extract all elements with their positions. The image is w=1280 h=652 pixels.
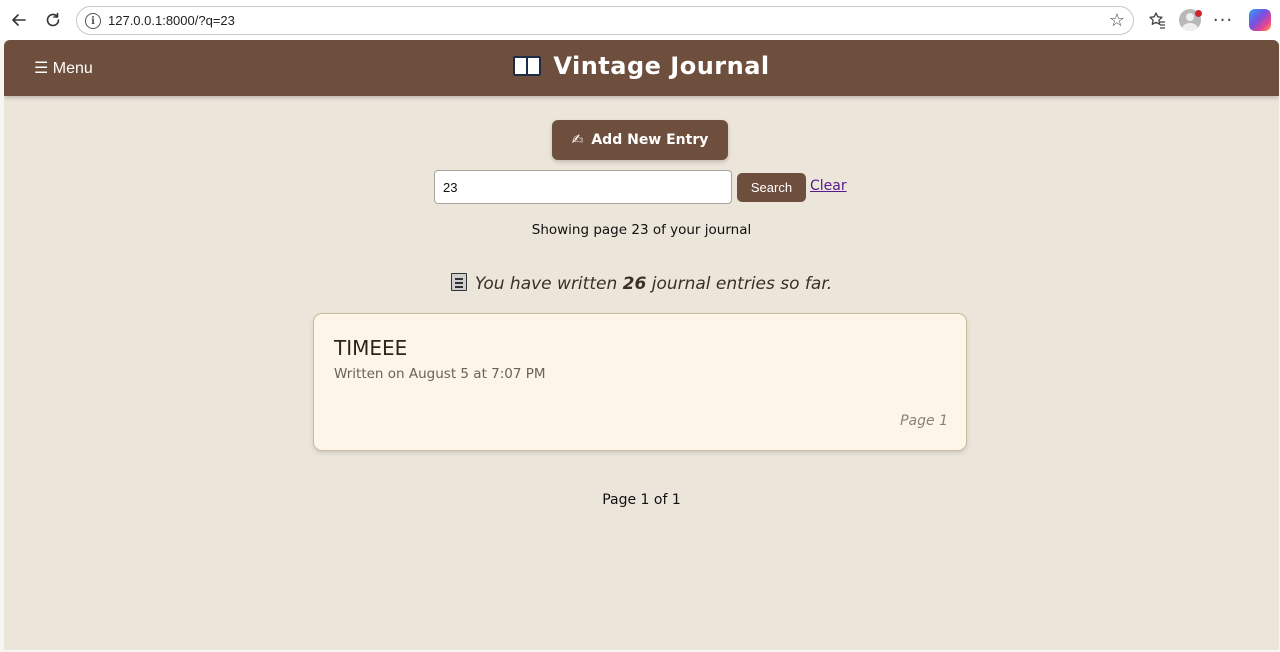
writing-hand-icon: ✍ [571, 132, 584, 148]
search-status-text: Showing page 23 of your journal [531, 222, 752, 238]
more-options-icon[interactable]: ··· [1212, 9, 1234, 31]
journal-entry-card[interactable]: TIMEEE Written on August 5 at 7:07 PM Pa… [313, 313, 967, 451]
entry-date: Written on August 5 at 7:07 PM [334, 366, 546, 382]
entry-title: TIMEEE [334, 336, 408, 360]
back-icon[interactable] [7, 8, 31, 32]
search-input[interactable] [434, 170, 732, 204]
reload-icon[interactable] [41, 8, 65, 32]
favorite-star-icon[interactable]: ☆ [1109, 10, 1125, 31]
search-button[interactable]: Search [737, 173, 806, 202]
entry-count-line: You have written 26 journal entries so f… [4, 271, 1279, 294]
count-prefix: You have written [474, 274, 618, 294]
copilot-icon[interactable] [1249, 9, 1271, 31]
clear-link[interactable]: Clear [810, 178, 847, 194]
site-title-text: Vintage Journal [553, 52, 770, 80]
entry-count: 26 [622, 274, 647, 294]
notebook-icon [450, 273, 467, 291]
site-info-icon[interactable]: i [85, 13, 101, 29]
notification-dot [1195, 10, 1202, 17]
open-book-icon [513, 56, 542, 76]
address-bar[interactable]: i 127.0.0.1:8000/?q=23 ☆ [76, 6, 1134, 35]
pagination-text: Page 1 of 1 [602, 492, 681, 508]
favorites-icon[interactable] [1146, 9, 1168, 31]
url-text: 127.0.0.1:8000/?q=23 [108, 13, 235, 28]
entry-page-number: Page 1 [900, 413, 948, 429]
count-suffix: journal entries so far. [651, 274, 833, 294]
add-entry-label: Add New Entry [591, 132, 709, 148]
site-header: ☰ Menu Vintage Journal [4, 40, 1279, 96]
add-entry-button[interactable]: ✍ Add New Entry [552, 120, 728, 160]
page-content: ☰ Menu Vintage Journal ✍ Add New Entry S… [4, 40, 1279, 650]
browser-toolbar: i 127.0.0.1:8000/?q=23 ☆ ··· [0, 0, 1280, 40]
site-title: Vintage Journal [4, 52, 1279, 80]
